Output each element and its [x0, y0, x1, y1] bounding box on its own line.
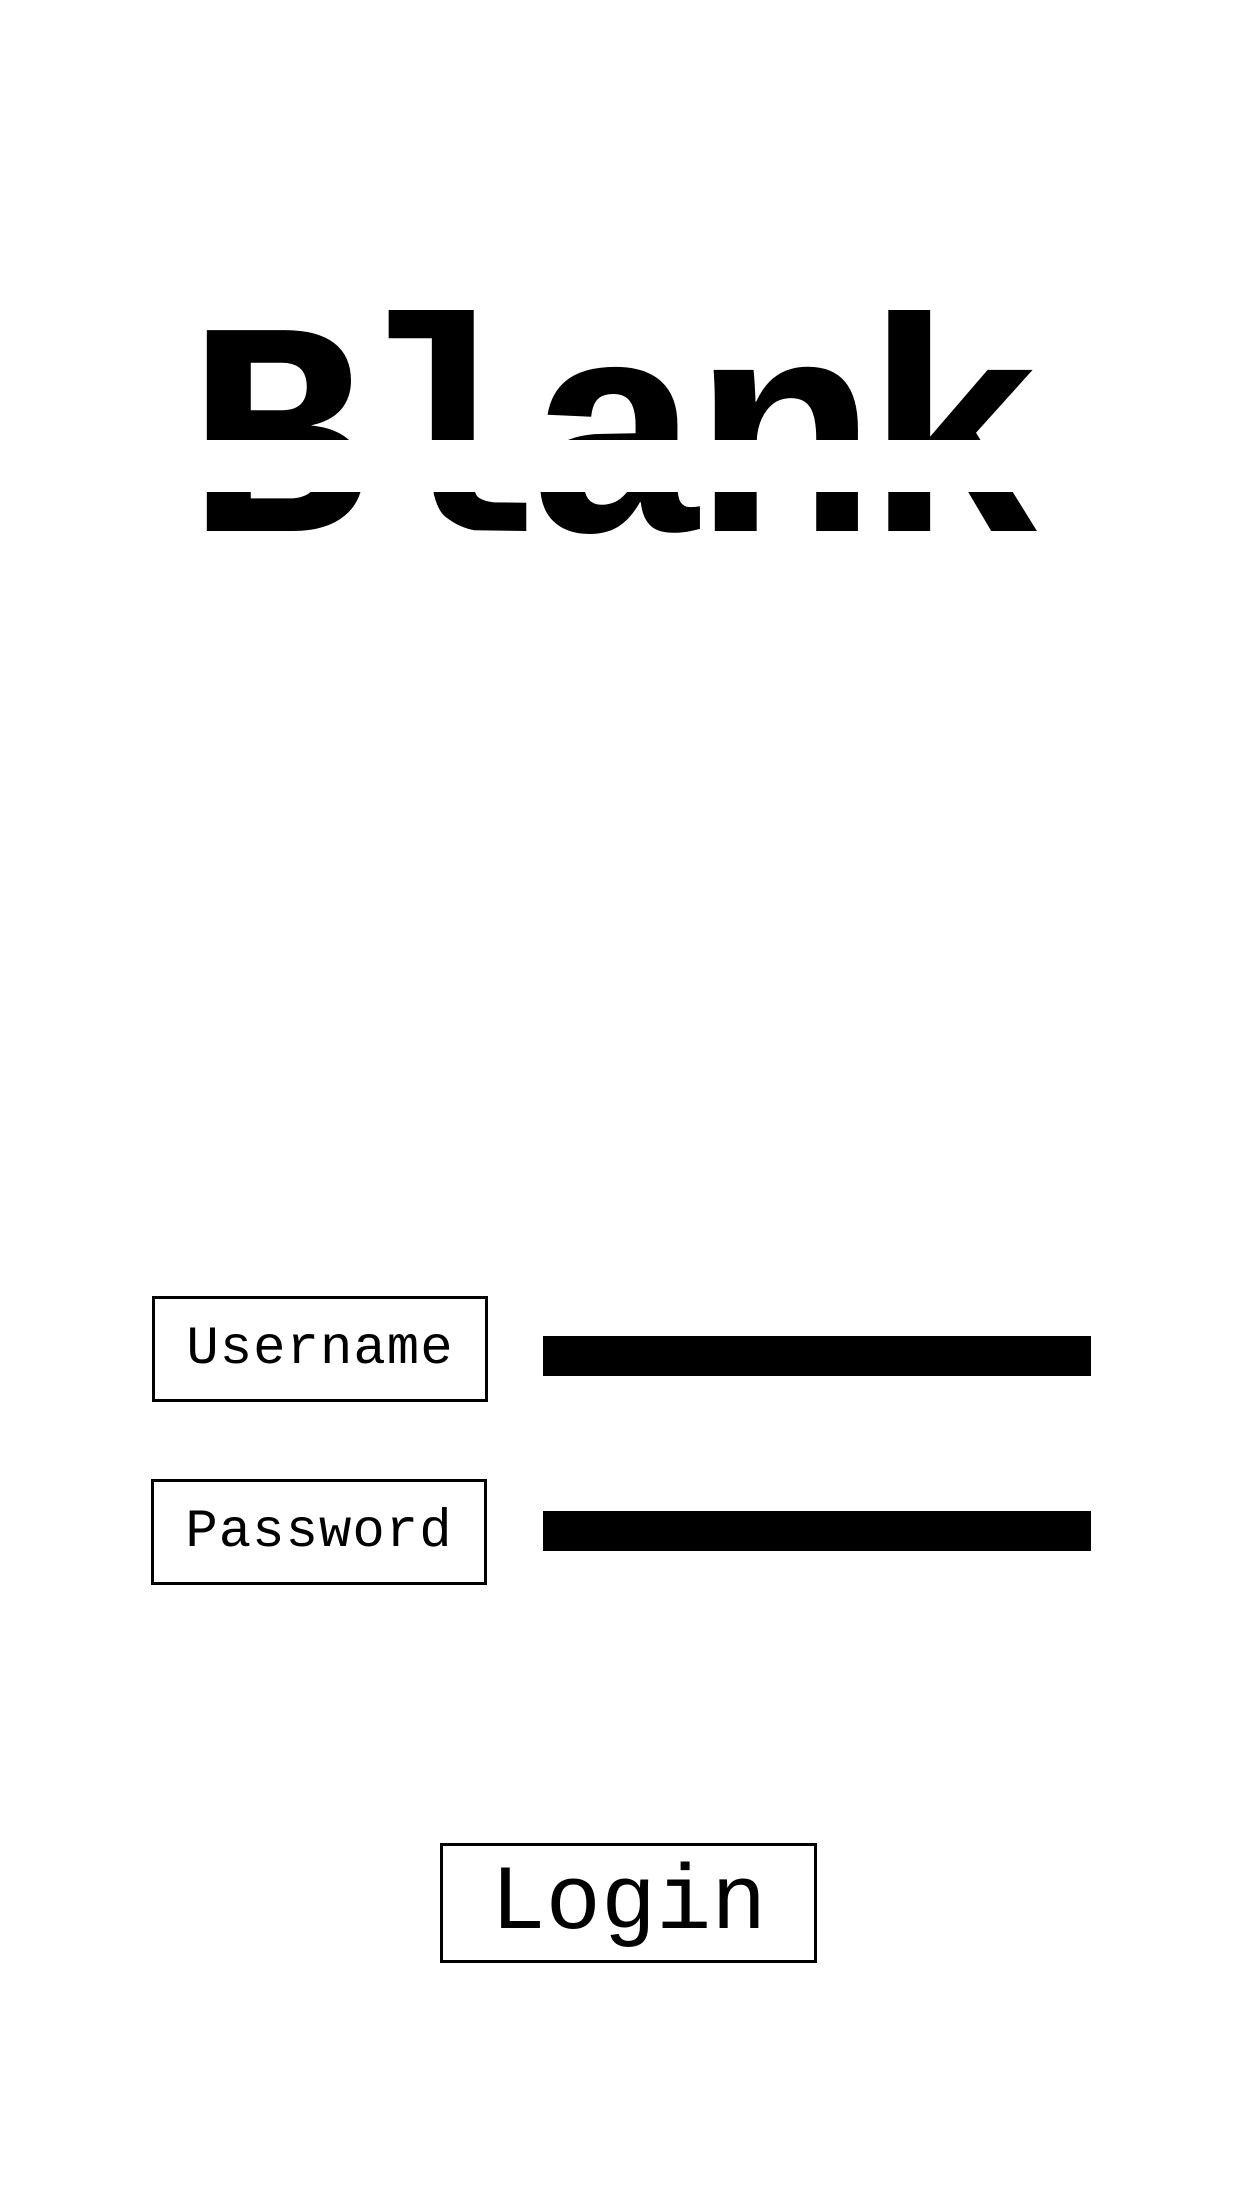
username-input[interactable] — [543, 1336, 1091, 1376]
password-label: Password — [151, 1479, 487, 1585]
app-title: Blank — [0, 298, 1242, 603]
title-gap-band — [0, 440, 1242, 492]
login-button[interactable]: Login — [440, 1843, 817, 1963]
username-label: Username — [152, 1296, 488, 1402]
password-input[interactable] — [543, 1511, 1091, 1551]
